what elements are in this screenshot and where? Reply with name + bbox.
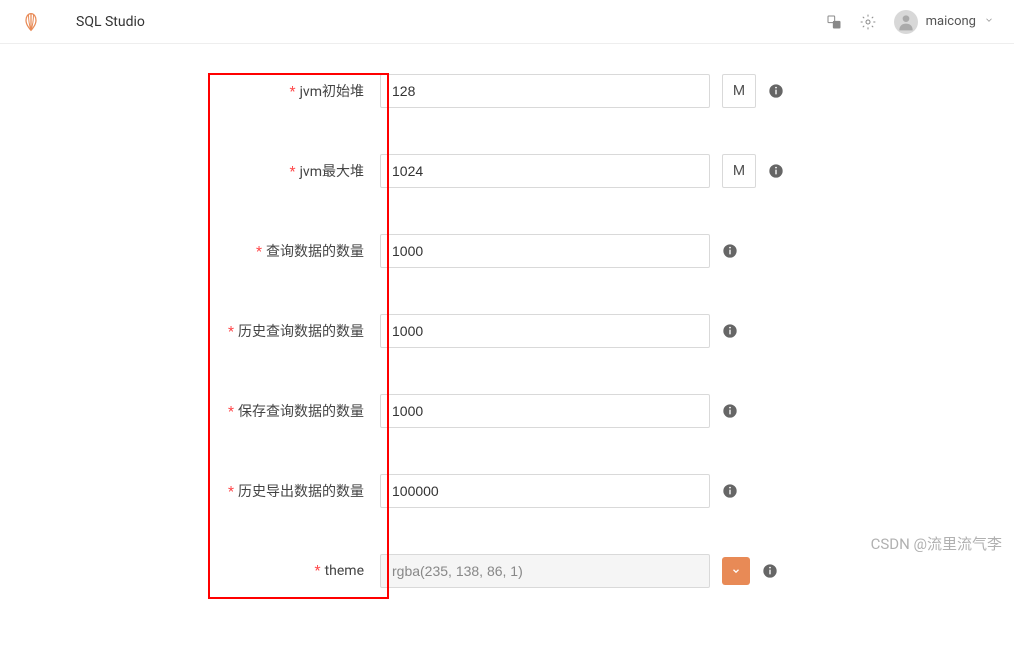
form-input[interactable]	[380, 74, 710, 108]
info-icon[interactable]	[768, 163, 784, 179]
form-area: *jvm初始堆M*jvm最大堆M*查询数据的数量*历史查询数据的数量*保存查询数…	[0, 44, 1014, 654]
username: maicong	[926, 14, 976, 29]
chevron-down-icon	[984, 15, 994, 28]
required-mark: *	[228, 484, 234, 500]
form-label-text: jvm初始堆	[300, 84, 364, 100]
form-input[interactable]	[380, 474, 710, 508]
form-input[interactable]	[380, 154, 710, 188]
app-title: SQL Studio	[76, 14, 145, 30]
form-label: *theme	[0, 563, 380, 579]
info-icon[interactable]	[768, 83, 784, 99]
info-icon[interactable]	[722, 403, 738, 419]
form-label-text: 保存查询数据的数量	[238, 404, 364, 420]
form-row: *jvm最大堆 M	[0, 154, 1014, 188]
form-label-text: 历史查询数据的数量	[238, 324, 364, 340]
required-mark: *	[228, 404, 234, 420]
unit-box: M	[722, 74, 756, 108]
form-label-text: theme	[325, 563, 364, 579]
form-row: *历史查询数据的数量	[0, 314, 1014, 348]
language-icon[interactable]	[826, 14, 842, 30]
form-label: *jvm初始堆	[0, 81, 380, 101]
form-label-text: 历史导出数据的数量	[238, 484, 364, 500]
info-icon[interactable]	[722, 243, 738, 259]
form-label-text: jvm最大堆	[300, 164, 364, 180]
header-right: maicong	[826, 10, 994, 34]
form-input	[380, 554, 710, 588]
form-label: *历史导出数据的数量	[0, 481, 380, 501]
user-section[interactable]: maicong	[894, 10, 994, 34]
required-mark: *	[228, 324, 234, 340]
required-mark: *	[256, 244, 262, 260]
form-label: *jvm最大堆	[0, 161, 380, 181]
unit-box: M	[722, 154, 756, 188]
form-label: *历史查询数据的数量	[0, 321, 380, 341]
settings-icon[interactable]	[860, 14, 876, 30]
form-row: *历史导出数据的数量	[0, 474, 1014, 508]
form-row: *jvm初始堆 M	[0, 74, 1014, 108]
form-input[interactable]	[380, 394, 710, 428]
color-picker-button[interactable]	[722, 557, 750, 585]
form-row: *保存查询数据的数量	[0, 394, 1014, 428]
form-input[interactable]	[380, 234, 710, 268]
form-input[interactable]	[380, 314, 710, 348]
info-icon[interactable]	[722, 323, 738, 339]
required-mark: *	[290, 84, 296, 100]
avatar	[894, 10, 918, 34]
logo	[20, 11, 42, 33]
header: SQL Studio maicong	[0, 0, 1014, 44]
required-mark: *	[315, 563, 321, 579]
form-row: *查询数据的数量	[0, 234, 1014, 268]
form-label-text: 查询数据的数量	[266, 244, 364, 260]
form-label: *查询数据的数量	[0, 241, 380, 261]
info-icon[interactable]	[762, 563, 778, 579]
form-label: *保存查询数据的数量	[0, 401, 380, 421]
header-left: SQL Studio	[20, 11, 145, 33]
required-mark: *	[290, 164, 296, 180]
info-icon[interactable]	[722, 483, 738, 499]
form-row: *theme	[0, 554, 1014, 588]
